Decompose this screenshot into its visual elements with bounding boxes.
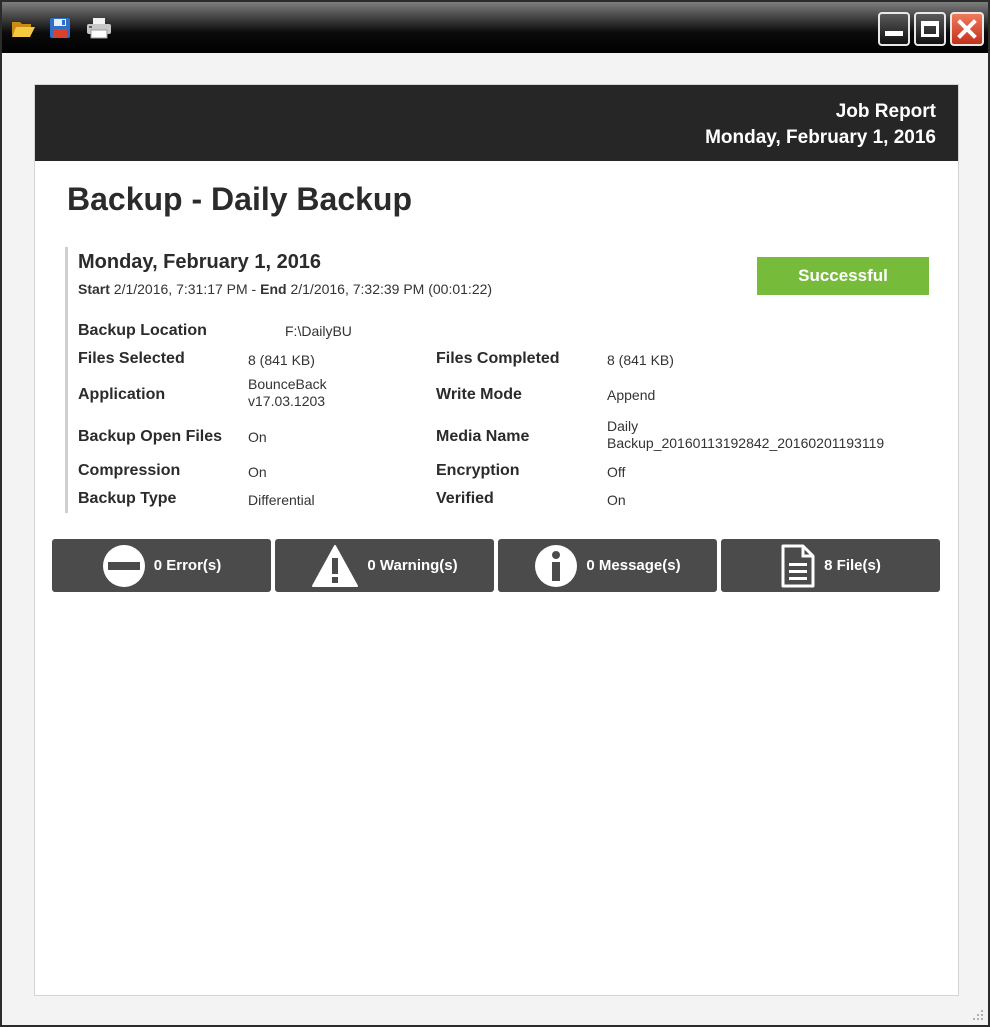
files-selected-value: 8 (841 KB)	[248, 352, 315, 368]
backup-type-value: Differential	[248, 492, 315, 508]
encryption-label: Encryption	[436, 462, 520, 479]
compression-value: On	[248, 464, 267, 480]
media-name-value: Daily Backup_20160113192842_201602011931…	[607, 418, 884, 452]
files-tile[interactable]: 8 File(s)	[721, 539, 940, 592]
report-date: Monday, February 1, 2016	[705, 127, 936, 148]
verified-label: Verified	[436, 490, 494, 507]
start-value: 2/1/2016, 7:31:17 PM -	[109, 281, 261, 297]
files-label: 8 File(s)	[824, 557, 881, 574]
errors-label: 0 Error(s)	[153, 557, 222, 574]
warnings-tile[interactable]: 0 Warning(s)	[275, 539, 494, 592]
media-name-line1: Daily	[607, 418, 639, 434]
file-icon	[781, 544, 815, 587]
resize-grip-icon[interactable]	[972, 1009, 984, 1021]
floppy-disk-icon[interactable]	[49, 17, 73, 39]
error-icon	[102, 544, 145, 587]
backup-location-label: Backup Location	[78, 322, 207, 339]
application-name: BounceBack	[248, 376, 327, 392]
run-date: Monday, February 1, 2016	[78, 251, 322, 273]
report-panel: Job Report Monday, February 1, 2016 Back…	[34, 84, 959, 996]
media-name-line2: Backup_20160113192842_20160201193119	[607, 435, 885, 451]
media-name-label: Media Name	[436, 428, 530, 445]
report-title: Job Report	[835, 101, 936, 122]
files-completed-label: Files Completed	[436, 350, 560, 367]
verified-value: On	[607, 492, 626, 508]
end-value: 2/1/2016, 7:32:39 PM (00:01:22)	[286, 281, 493, 297]
write-mode-label: Write Mode	[436, 386, 522, 403]
application-value: BounceBack v17.03.1203	[248, 376, 327, 410]
report-window: Job Report Monday, February 1, 2016 Back…	[0, 0, 990, 1027]
maximize-icon	[921, 21, 939, 37]
minimize-button[interactable]	[878, 12, 910, 46]
start-label: Start	[78, 281, 110, 297]
folder-open-icon[interactable]	[11, 17, 35, 39]
warning-icon	[312, 544, 359, 587]
title-bar	[2, 2, 988, 53]
run-times: Start 2/1/2016, 7:31:17 PM - End 2/1/201…	[78, 281, 492, 297]
backup-location-value: F:\DailyBU	[285, 323, 352, 339]
run-section-divider	[65, 247, 68, 513]
minimize-icon	[885, 30, 903, 36]
end-label: End	[260, 281, 287, 297]
maximize-button[interactable]	[914, 12, 946, 46]
report-header: Job Report Monday, February 1, 2016	[35, 85, 958, 161]
write-mode-value: Append	[607, 387, 656, 403]
printer-icon[interactable]	[86, 17, 111, 39]
info-icon	[535, 544, 578, 587]
backup-open-files-value: On	[248, 429, 267, 445]
application-label: Application	[78, 386, 166, 403]
application-version: v17.03.1203	[248, 393, 326, 409]
compression-label: Compression	[78, 462, 181, 479]
backup-open-files-label: Backup Open Files	[78, 428, 223, 445]
files-selected-label: Files Selected	[78, 350, 185, 367]
files-completed-value: 8 (841 KB)	[607, 352, 674, 368]
messages-tile[interactable]: 0 Message(s)	[498, 539, 717, 592]
status-badge: Successful	[757, 257, 929, 295]
warnings-label: 0 Warning(s)	[367, 557, 458, 574]
messages-label: 0 Message(s)	[586, 557, 681, 574]
close-icon	[957, 19, 977, 39]
encryption-value: Off	[607, 464, 626, 480]
close-button[interactable]	[950, 12, 984, 46]
job-title: Backup - Daily Backup	[67, 181, 412, 217]
backup-type-label: Backup Type	[78, 490, 177, 507]
errors-tile[interactable]: 0 Error(s)	[52, 539, 271, 592]
